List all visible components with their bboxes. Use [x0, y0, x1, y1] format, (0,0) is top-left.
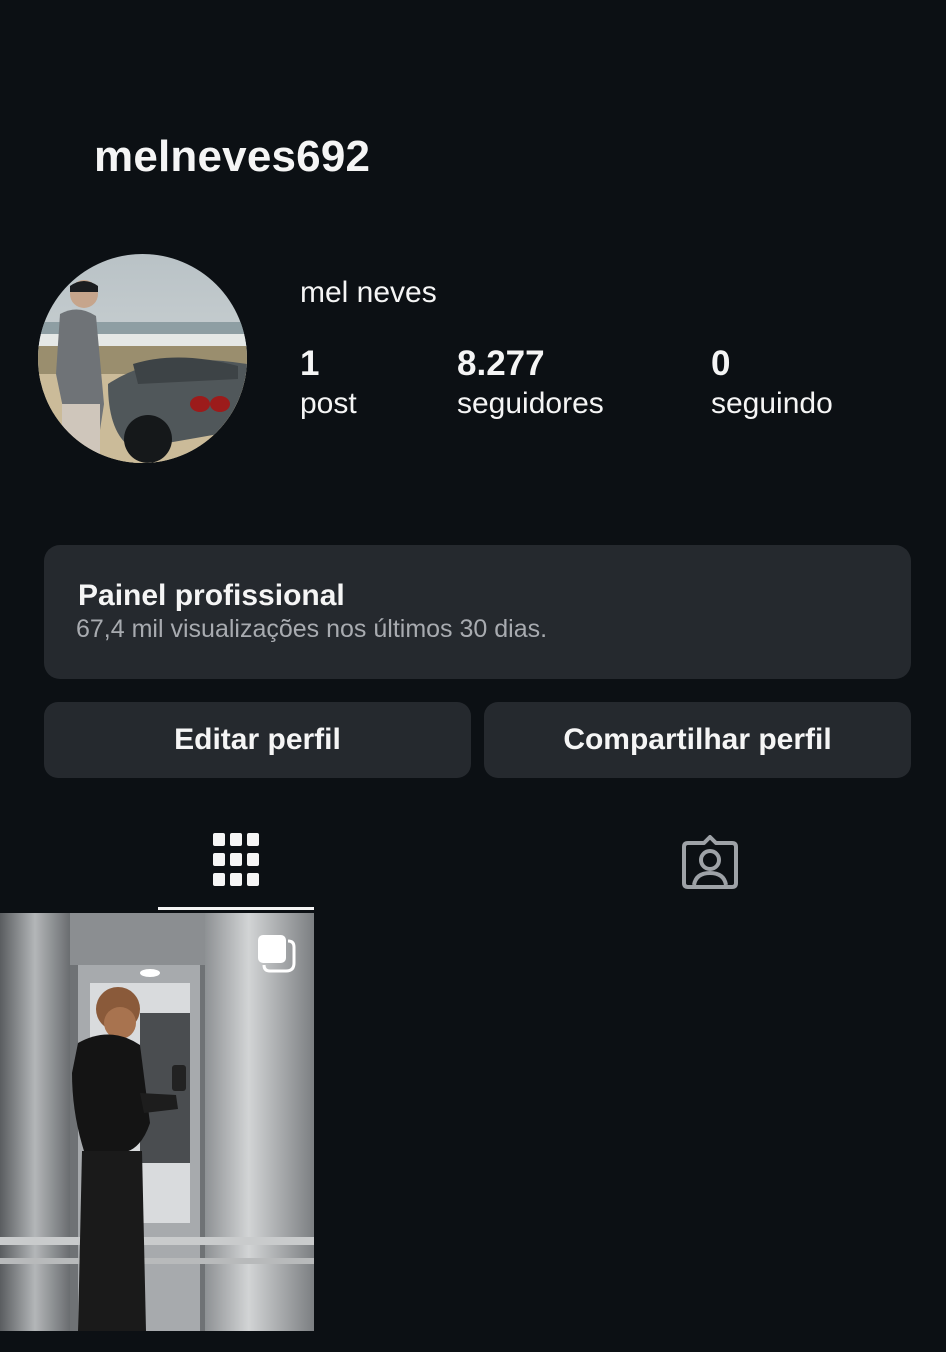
- tagged-person-icon: [682, 834, 738, 894]
- tab-tagged[interactable]: [632, 818, 788, 910]
- followers-count: 8.277: [457, 344, 545, 383]
- posts-stat[interactable]: 1 post: [300, 344, 357, 424]
- dashboard-subtitle: 67,4 mil visualizações nos últimos 30 di…: [76, 615, 548, 643]
- display-name: mel neves: [300, 276, 437, 309]
- profile-page: melneves692 mel neves 1 post 8.277 segui…: [0, 0, 946, 1352]
- grid-icon: [213, 833, 259, 892]
- followers-stat[interactable]: 8.277 seguidores: [457, 344, 604, 424]
- edit-profile-button[interactable]: Editar perfil: [44, 702, 471, 778]
- following-stat[interactable]: 0 seguindo: [711, 344, 833, 424]
- professional-dashboard-card[interactable]: Painel profissional 67,4 mil visualizaçõ…: [44, 545, 911, 679]
- followers-label: seguidores: [457, 387, 604, 420]
- share-profile-button[interactable]: Compartilhar perfil: [484, 702, 911, 778]
- posts-count: 1: [300, 344, 320, 383]
- profile-username: melneves692: [94, 132, 371, 181]
- following-count: 0: [711, 344, 731, 383]
- carousel-icon: [256, 933, 296, 973]
- post-thumbnail[interactable]: [0, 913, 314, 1331]
- dashboard-title: Painel profissional: [78, 579, 345, 612]
- following-label: seguindo: [711, 387, 833, 420]
- posts-label: post: [300, 387, 357, 420]
- tab-posts-grid[interactable]: [158, 818, 314, 910]
- avatar[interactable]: [38, 254, 247, 463]
